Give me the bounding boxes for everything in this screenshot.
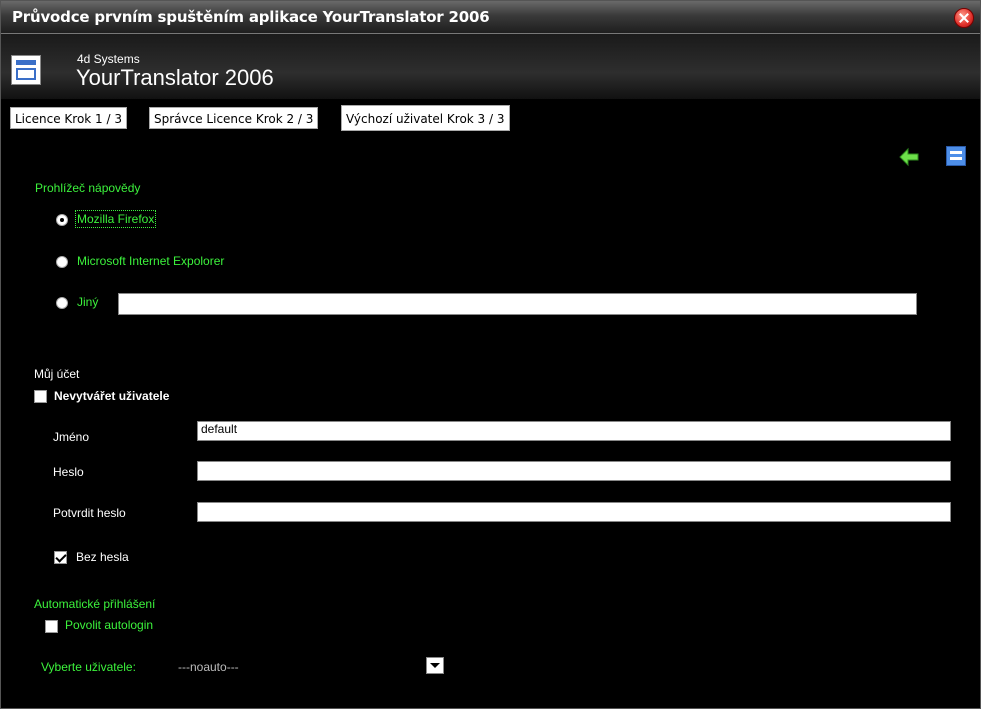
password-input[interactable] [197,461,951,481]
select-user-label: Vyberte uživatele: [41,660,136,674]
tab-licence[interactable]: Licence Krok 1 / 3 [10,107,127,129]
radio-other[interactable] [56,297,68,309]
other-browser-path-input[interactable] [118,293,917,315]
radio-firefox[interactable] [56,214,68,226]
no-create-user-checkbox[interactable] [34,390,47,403]
back-arrow-icon[interactable] [898,147,920,167]
help-viewer-title: Prohlížeč nápovědy [35,181,141,195]
save-icon[interactable] [946,146,966,166]
radio-firefox-label[interactable]: Mozilla Firefox [74,210,157,228]
no-password-label[interactable]: Bez hesla [76,550,129,564]
enable-autologin-checkbox[interactable] [45,620,58,633]
window-title: Průvodce prvním spuštěním aplikace YourT… [12,8,490,26]
app-logo-icon [11,55,41,85]
wizard-window: Průvodce prvním spuštěním aplikace YourT… [0,0,981,709]
enable-autologin-label[interactable]: Povolit autologin [65,618,153,632]
company-name: 4d Systems [77,52,140,66]
name-label: Jméno [53,430,90,444]
tab-default-user[interactable]: Výchozí uživatel Krok 3 / 3 [341,105,510,131]
radio-other-label[interactable]: Jiný [77,295,98,309]
title-bar[interactable]: Průvodce prvním spuštěním aplikace YourT… [1,1,980,34]
no-create-user-label[interactable]: Nevytvářet uživatele [54,389,169,403]
autologin-title: Automatické přihlášení [34,597,156,611]
account-title: Můj účet [34,367,80,381]
select-user-value[interactable]: ---noauto--- [178,660,239,674]
radio-ie[interactable] [56,256,68,268]
app-name: YourTranslator 2006 [76,65,274,90]
chevron-down-icon[interactable] [426,657,444,674]
name-input[interactable]: default [197,421,951,441]
radio-ie-label[interactable]: Microsoft Internet Expolorer [77,254,224,268]
no-password-checkbox[interactable] [54,551,67,564]
tab-license-manager[interactable]: Správce Licence Krok 2 / 3 [149,107,319,129]
close-icon[interactable] [954,8,974,28]
confirm-password-label: Potvrdit heslo [53,506,126,520]
confirm-password-input[interactable] [197,502,951,522]
password-label: Heslo [53,465,84,479]
